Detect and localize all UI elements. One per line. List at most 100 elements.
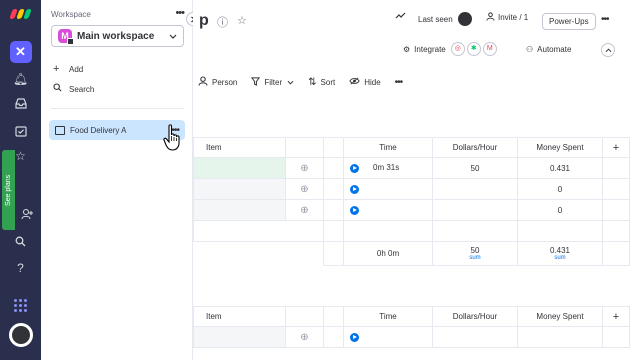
chevron-down-icon (169, 32, 177, 41)
person-icon (198, 76, 208, 89)
item-cell[interactable] (193, 157, 286, 179)
help-icon[interactable]: ? (0, 258, 41, 278)
power-ups-button[interactable]: Power-Ups (542, 13, 596, 30)
add-item-cell[interactable] (193, 220, 286, 242)
column-header-item[interactable]: Item (193, 137, 286, 158)
add-update-icon[interactable]: ⊕ (285, 157, 324, 179)
add-item-row[interactable] (193, 220, 630, 242)
chevron-down-icon (287, 78, 294, 87)
automate-button[interactable]: ⚇ Automate (526, 45, 571, 54)
workspace-panel: Workspace ••• M Main workspace + Add Sea… (41, 0, 193, 360)
sort-label: Sort (320, 78, 336, 87)
play-timer-icon[interactable] (350, 163, 359, 173)
item-cell[interactable] (193, 199, 286, 221)
money-sum-label: sum (554, 254, 566, 261)
column-header-spacer (323, 137, 344, 158)
toolbar-more-button[interactable]: ••• (395, 77, 403, 88)
search-button[interactable]: Search (53, 83, 94, 95)
search-icon (53, 83, 65, 95)
column-header-item[interactable]: Item (193, 306, 286, 327)
table-row[interactable]: ⊕ 0 (193, 199, 630, 221)
sort-button[interactable]: ⇅ Sort (308, 77, 335, 88)
table-row[interactable]: ⊕ 0m 31s 50 0.431 (193, 157, 630, 179)
time-tracking-cell[interactable] (343, 199, 433, 221)
activity-icon (395, 12, 406, 19)
board-icon (55, 125, 65, 135)
dollars-hour-cell[interactable] (432, 326, 518, 348)
dollars-sum-value: 50 (470, 245, 480, 255)
dollars-hour-cell[interactable] (432, 199, 518, 221)
board-table-group-2: Item Time Dollars/Hour Money Spent + ⊕ (193, 306, 630, 348)
favorite-star-icon[interactable]: ☆ (237, 14, 247, 30)
column-header-money-spent[interactable]: Money Spent (517, 137, 603, 158)
money-spent-cell: 0 (517, 178, 603, 200)
spacer-cell (323, 178, 344, 200)
add-column-button[interactable]: + (602, 306, 630, 327)
filter-button[interactable]: Filter (251, 76, 294, 89)
board-more-menu[interactable]: ••• (601, 14, 609, 25)
activity-button[interactable] (395, 12, 406, 20)
column-header-dollars-hour[interactable]: Dollars/Hour (432, 137, 518, 158)
collapse-header-button[interactable] (601, 43, 615, 57)
spacer-cell (323, 326, 344, 348)
play-timer-icon[interactable] (350, 332, 359, 342)
column-header-spacer (323, 306, 344, 327)
hide-eye-icon (349, 77, 360, 88)
power-ups-label: Power-Ups (549, 17, 589, 26)
user-avatar[interactable] (9, 323, 33, 347)
info-icon[interactable]: ⓘ (217, 14, 228, 30)
column-header-time[interactable]: Time (343, 306, 433, 327)
table-header-row: Item Time Dollars/Hour Money Spent + (193, 306, 630, 327)
play-timer-icon[interactable] (350, 205, 359, 215)
time-tracking-cell[interactable]: 0m 31s (343, 157, 433, 179)
time-tracking-cell[interactable] (343, 326, 433, 348)
notifications-bell-icon[interactable]: 🔔︎ (0, 69, 41, 89)
sort-icon: ⇅ (308, 77, 317, 88)
column-header-money-spent[interactable]: Money Spent (517, 306, 603, 327)
person-filter-button[interactable]: Person (198, 76, 237, 89)
money-summary: 0.431 sum (517, 241, 603, 266)
title-icons: ⓘ ☆ (217, 14, 247, 30)
last-seen-button[interactable]: Last seen (418, 12, 472, 26)
integration-logo-icon: ◎ (450, 42, 465, 56)
empty-cell (343, 220, 433, 242)
column-header-dollars-hour[interactable]: Dollars/Hour (432, 306, 518, 327)
table-row[interactable]: ⊕ (193, 326, 630, 348)
my-work-icon[interactable] (0, 121, 41, 141)
monday-logo[interactable] (0, 6, 41, 22)
integrate-label: Integrate (414, 44, 446, 54)
invite-button[interactable]: Invite / 1 (486, 12, 528, 23)
last-seen-label: Last seen (418, 14, 453, 24)
empty-cell (432, 220, 518, 242)
column-header-blank (285, 137, 324, 158)
add-update-icon[interactable]: ⊕ (285, 326, 324, 348)
empty-cell (286, 242, 324, 266)
item-cell[interactable] (193, 178, 286, 200)
workspace-more-button[interactable]: ••• (175, 7, 185, 19)
play-timer-icon[interactable] (350, 184, 359, 194)
column-header-time[interactable]: Time (343, 137, 433, 158)
hide-button[interactable]: Hide (349, 77, 381, 88)
work-management-icon[interactable]: ✕ (0, 41, 41, 63)
slack-icon: ✱ (466, 42, 481, 56)
add-column-button[interactable]: + (602, 137, 630, 158)
add-button[interactable]: + Add (53, 63, 83, 75)
dollars-hour-cell[interactable] (432, 178, 518, 200)
add-update-icon[interactable]: ⊕ (285, 199, 324, 221)
search-icon[interactable] (0, 231, 41, 251)
add-update-icon[interactable]: ⊕ (285, 178, 324, 200)
empty-cell (194, 242, 286, 266)
filter-label: Filter (264, 78, 283, 87)
money-spent-cell (517, 326, 603, 348)
item-cell[interactable] (193, 326, 286, 348)
inbox-icon[interactable] (0, 93, 41, 113)
dollars-hour-cell[interactable]: 50 (432, 157, 518, 179)
time-tracking-cell[interactable] (343, 178, 433, 200)
plus-icon: + (53, 63, 60, 75)
apps-grid-icon[interactable] (0, 295, 41, 315)
money-spent-cell: 0.431 (517, 157, 603, 179)
table-row[interactable]: ⊕ 0 (193, 178, 630, 200)
hide-label: Hide (364, 78, 381, 87)
workspace-selector[interactable]: M Main workspace (51, 25, 184, 47)
integrate-button[interactable]: ⚙︎ Integrate ◎ ✱ M (403, 42, 497, 56)
